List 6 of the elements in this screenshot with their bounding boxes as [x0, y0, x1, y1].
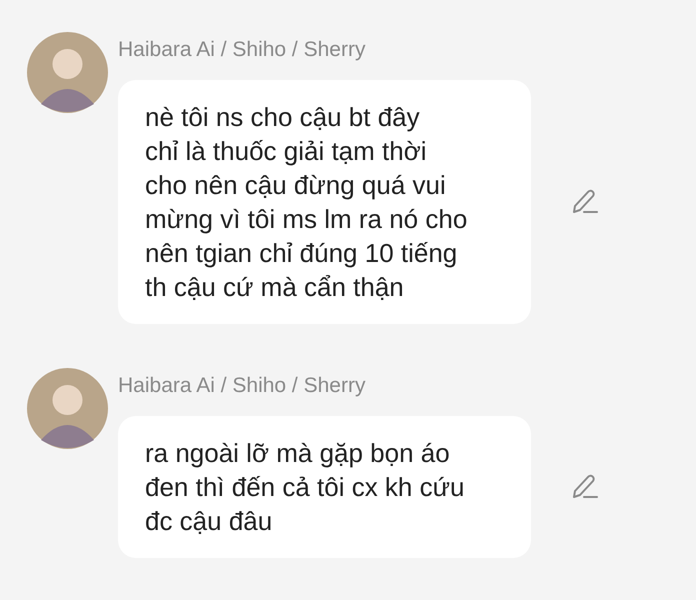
edit-icon[interactable]: [571, 473, 599, 501]
message-bubble: ra ngoài lỡ mà gặp bọn áo đen thì đến cả tôi cx kh cứu đc cậu đâu: [118, 416, 531, 558]
sender-name: Haibara Ai / Shiho / Sherry: [118, 373, 366, 399]
message-bubble: nè tôi ns cho cậu bt đây chỉ là thuốc giải tạm thời cho nên cậu đừng quá vui mừng vì tôi ms lm ra nó cho nên tgian chỉ đúng 10 tiếng th cậu cứ mà cẩn thận: [118, 80, 531, 324]
edit-icon[interactable]: [571, 188, 599, 216]
sender-name: Haibara Ai / Shiho / Sherry: [118, 37, 366, 63]
